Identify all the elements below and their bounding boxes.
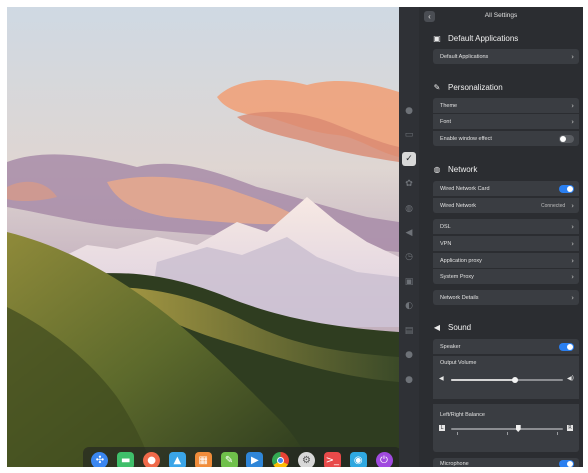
default-applications-row[interactable]: Default Applications ›: [433, 49, 579, 64]
keyboard-icon[interactable]: ▤: [402, 324, 416, 338]
account-icon[interactable]: ●: [402, 104, 416, 118]
settings-panel: ‹ All Settings ▣ Default Applications De…: [419, 7, 583, 467]
chevron-right-icon: ›: [571, 101, 574, 110]
screen: ✣ ▬ ● ▲ ▦ ✎ ▶ ⚙ >_ ◉ ⏻ ● ▭ ✓ ✿ ◍ ◀ ◷ ▣ ◐…: [7, 7, 583, 467]
row-label: Speaker: [440, 343, 461, 350]
music-icon[interactable]: ●: [143, 451, 161, 467]
wallpaper-image: [7, 7, 399, 467]
speaker-icon: ◀: [433, 322, 441, 332]
chevron-right-icon: ›: [571, 117, 574, 126]
chevron-right-icon: ›: [571, 293, 574, 302]
screenshot-icon[interactable]: ◉: [349, 451, 367, 467]
balance-thumb[interactable]: [515, 425, 521, 432]
microphone-row: Microphone: [433, 458, 579, 467]
sound-icon[interactable]: ◀: [402, 226, 416, 240]
display-icon[interactable]: ▭: [402, 128, 416, 142]
row-label: Font: [440, 118, 452, 125]
desktop-wallpaper: [7, 7, 399, 467]
settings-icon[interactable]: ⚙: [298, 451, 316, 467]
window-title: All Settings: [484, 12, 518, 19]
dsl-row[interactable]: DSL ›: [433, 219, 579, 234]
output-volume-thumb[interactable]: [511, 377, 518, 383]
volume-high-icon: ◀): [567, 375, 574, 382]
calendar-check-icon: ▣: [433, 33, 441, 43]
row-label: Application proxy: [440, 257, 482, 264]
launcher-icon[interactable]: ✣: [91, 451, 109, 467]
balance-box: Left/Right Balance L R: [433, 404, 579, 452]
app-store-icon[interactable]: ▲: [168, 451, 186, 467]
output-volume-box: Output Volume ◀ ◀): [433, 356, 579, 399]
section-personalization: ✎ Personalization: [432, 80, 503, 94]
balance-label: Left/Right Balance: [440, 412, 485, 418]
window-effect-toggle[interactable]: [559, 134, 574, 143]
chevron-right-icon: ›: [571, 239, 574, 248]
font-row[interactable]: Font ›: [433, 114, 579, 129]
terminal-icon[interactable]: >_: [323, 451, 341, 467]
chevron-right-icon: ›: [571, 256, 574, 265]
settings-icon-rail: ● ▭ ✓ ✿ ◍ ◀ ◷ ▣ ◐ ▤ ● ●: [399, 7, 419, 467]
network-details-row[interactable]: Network Details ›: [433, 290, 579, 305]
calendar-icon[interactable]: ▦: [194, 451, 212, 467]
right-channel-icon: R: [567, 425, 573, 431]
notes-icon[interactable]: ✎: [220, 451, 238, 467]
wired-network-card-toggle[interactable]: [559, 184, 574, 193]
mouse-icon[interactable]: ◐: [402, 299, 416, 313]
update-icon[interactable]: ●: [402, 373, 416, 387]
chrome-icon[interactable]: [272, 451, 290, 467]
chevron-right-icon: ›: [571, 222, 574, 231]
row-label: Microphone: [440, 461, 469, 467]
row-label: Wired Network Card: [440, 185, 490, 192]
section-title: Personalization: [448, 82, 503, 92]
globe-icon: ◍: [433, 164, 441, 174]
microphone-toggle[interactable]: [559, 460, 574, 467]
section-network: ◍ Network: [432, 162, 478, 176]
wired-network-row[interactable]: Wired Network Connected ›: [433, 198, 579, 213]
wired-network-card-row: Wired Network Card: [433, 181, 579, 196]
connection-status: Connected: [541, 202, 566, 209]
volume-low-icon: ◀: [439, 375, 444, 382]
application-proxy-row[interactable]: Application proxy ›: [433, 253, 579, 268]
dock: ✣ ▬ ● ▲ ▦ ✎ ▶ ⚙ >_ ◉ ⏻: [83, 447, 401, 467]
row-label: DSL: [440, 223, 451, 230]
titlebar: ‹ All Settings: [419, 7, 583, 25]
row-label: VPN: [440, 240, 452, 247]
chevron-right-icon: ›: [571, 201, 574, 210]
info-icon[interactable]: ●: [402, 348, 416, 362]
vpn-row[interactable]: VPN ›: [433, 236, 579, 251]
section-sound: ◀ Sound: [432, 320, 471, 334]
file-manager-icon[interactable]: ▬: [117, 451, 135, 467]
power-management-icon[interactable]: ▣: [402, 275, 416, 289]
speaker-toggle[interactable]: [559, 342, 574, 351]
section-title: Default Applications: [448, 33, 519, 43]
network-icon[interactable]: ◍: [402, 202, 416, 216]
speaker-row: Speaker: [433, 339, 579, 354]
output-volume-slider[interactable]: [451, 379, 563, 381]
chevron-right-icon: ›: [571, 52, 574, 61]
row-label: System Proxy: [440, 273, 474, 280]
power-icon[interactable]: ⏻: [375, 451, 393, 467]
row-label: Wired Network: [440, 202, 477, 209]
row-label: Theme: [440, 102, 458, 109]
datetime-icon[interactable]: ◷: [402, 250, 416, 264]
system-proxy-row[interactable]: System Proxy ›: [433, 269, 579, 284]
left-channel-icon: L: [439, 425, 445, 431]
theme-row[interactable]: Theme ›: [433, 98, 579, 113]
balance-slider[interactable]: [451, 428, 563, 430]
output-volume-label: Output Volume: [440, 360, 477, 366]
row-label: Enable window effect: [440, 135, 492, 142]
row-label: Network Details: [440, 294, 479, 301]
row-label: Default Applications: [440, 53, 489, 60]
default-apps-icon[interactable]: ✓: [402, 152, 416, 166]
section-default-applications: ▣ Default Applications: [432, 31, 518, 45]
palette-icon: ✎: [433, 82, 441, 92]
personalization-icon[interactable]: ✿: [402, 177, 416, 191]
chevron-right-icon: ›: [571, 272, 574, 281]
section-title: Network: [448, 164, 478, 174]
window-effect-row: Enable window effect: [433, 131, 579, 146]
section-title: Sound: [448, 322, 472, 332]
video-icon[interactable]: ▶: [246, 451, 264, 467]
